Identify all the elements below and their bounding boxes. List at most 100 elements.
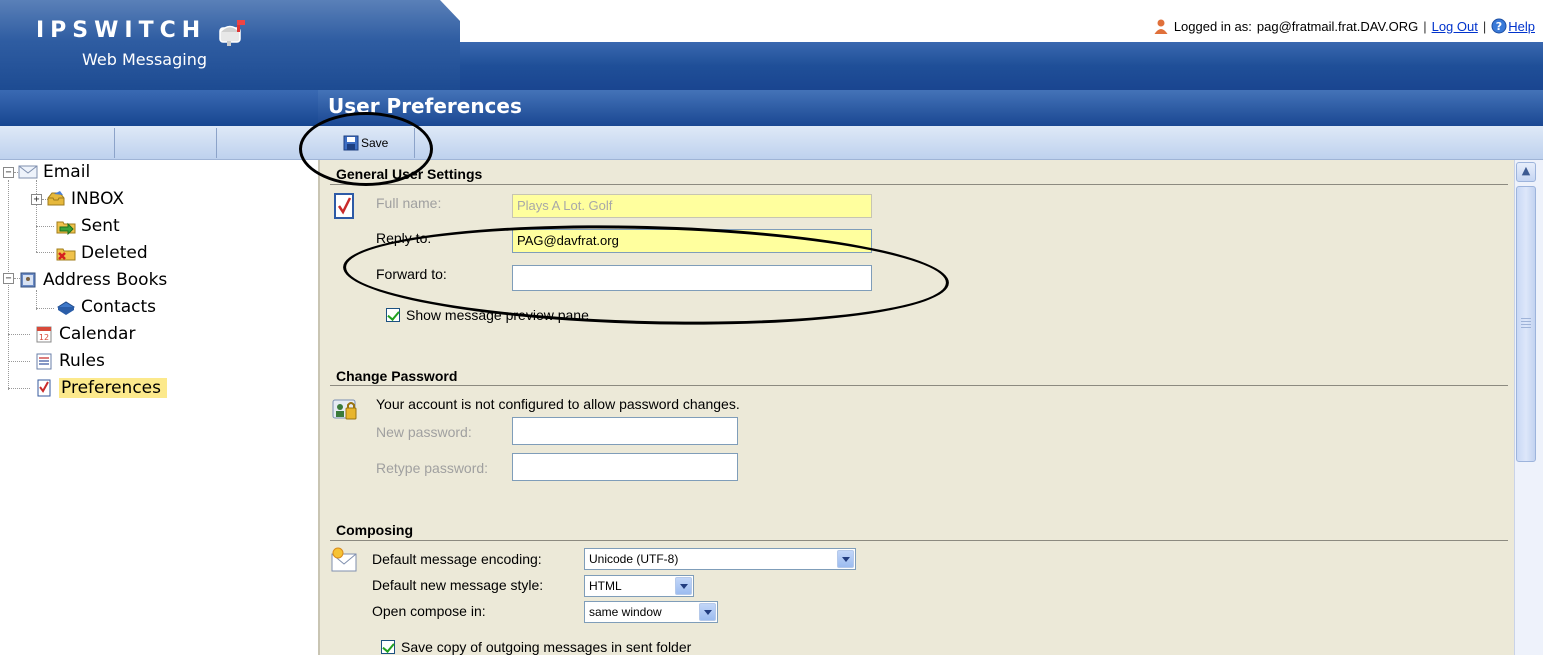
message-style-label: Default new message style: [372,577,544,593]
compose-envelope-icon [331,547,357,572]
chevron-down-icon [837,550,854,568]
tree-label-deleted: Deleted [81,243,148,263]
tree-line [36,226,54,227]
logo-mailbox-icon [219,20,245,46]
composing-heading: Composing [336,522,413,538]
contacts-icon [57,301,75,315]
sent-folder-icon [56,221,76,235]
tree-line [36,252,54,253]
folder-tree: − + − Email INBOX Sent Deleted Address B… [0,160,318,655]
tree-item-preferences[interactable]: Preferences [34,376,167,400]
svg-text:12: 12 [39,333,49,342]
toolbar-divider [216,128,217,158]
tree-label-sent: Sent [81,216,120,236]
reply-to-field[interactable]: PAG@davfrat.org [512,229,872,253]
tree-label-calendar: Calendar [59,324,136,344]
user-bar: Logged in as: pag@fratmail.frat.DAV.ORG … [1153,18,1535,34]
collapse-email-toggle[interactable]: − [3,167,14,178]
full-name-label: Full name: [376,195,442,211]
rules-icon [36,353,52,370]
preferences-checklist-icon [37,379,51,397]
app-logo-subtitle: Web Messaging [82,50,207,69]
general-settings-heading: General User Settings [336,166,483,182]
main-toolbar [318,126,1543,160]
password-notice: Your account is not configured to allow … [376,396,740,412]
separator: | [1482,18,1487,34]
reply-to-label: Reply to: [376,230,432,246]
save-copy-checkbox[interactable] [381,640,395,654]
logged-in-user: pag@fratmail.frat.DAV.ORG [1256,18,1419,34]
tree-item-inbox[interactable]: INBOX [46,187,124,211]
scroll-up-icon[interactable]: ▲ [1516,162,1536,182]
tree-label-contacts: Contacts [81,297,156,317]
logout-link[interactable]: Log Out [1432,19,1478,34]
app-logo: IPSWITCH [36,18,207,43]
tree-item-rules[interactable]: Rules [34,349,105,373]
tree-line [36,180,37,252]
section-divider [330,184,1508,185]
tree-item-email[interactable]: Email [18,160,90,184]
user-icon [1154,19,1168,34]
tree-item-calendar[interactable]: 12 Calendar [34,322,135,346]
message-style-value: HTML [589,579,622,593]
tree-label-email: Email [43,162,91,182]
floppy-disk-icon [343,135,359,151]
encoding-label: Default message encoding: [372,551,542,567]
new-password-label: New password: [376,424,472,440]
preview-pane-label: Show message preview pane [406,307,589,323]
address-book-icon [20,272,36,288]
tree-line [8,334,30,335]
svg-text:?: ? [1496,20,1502,33]
settings-checklist-icon [334,193,354,219]
calendar-icon: 12 [36,326,52,343]
save-button-label: Save [361,136,389,150]
save-copy-label: Save copy of outgoing messages in sent f… [401,639,692,655]
logged-in-label: Logged in as: [1173,18,1252,34]
inbox-tray-icon [47,191,65,206]
tree-label-inbox: INBOX [71,189,125,209]
retype-password-field[interactable] [512,453,738,481]
tree-line [8,361,30,362]
toolbar-divider [114,128,115,158]
envelope-icon [18,165,38,179]
toolbar-divider [414,128,415,158]
help-link[interactable]: Help [1508,19,1535,34]
tree-label-address-books: Address Books [43,270,168,290]
tree-item-sent[interactable]: Sent [56,214,120,238]
page-title: User Preferences [318,90,1543,126]
scrollbar-grip [1521,318,1531,330]
retype-password-label: Retype password: [376,460,489,476]
deleted-folder-icon [56,248,76,261]
save-button[interactable]: Save [339,130,392,156]
sidebar-header [0,90,318,126]
encoding-select[interactable]: Unicode (UTF-8) [584,548,856,570]
password-lock-icon [332,399,357,420]
open-compose-select[interactable]: same window [584,601,718,623]
message-style-select[interactable]: HTML [584,575,694,597]
tree-item-deleted[interactable]: Deleted [56,241,148,265]
forward-to-field[interactable] [512,265,872,291]
encoding-value: Unicode (UTF-8) [589,552,679,566]
tree-item-address-books[interactable]: Address Books [18,268,167,292]
section-divider [330,385,1508,386]
tree-item-contacts[interactable]: Contacts [56,295,156,319]
help-icon[interactable]: ? [1491,18,1507,34]
change-password-heading: Change Password [336,368,458,384]
section-divider [330,540,1508,541]
expand-inbox-toggle[interactable]: + [31,194,42,205]
tree-line [36,308,54,309]
preview-pane-checkbox[interactable] [386,308,400,322]
full-name-field: Plays A Lot. Golf [512,194,872,218]
chevron-down-icon [699,603,716,621]
tree-line [8,180,9,390]
forward-to-label: Forward to: [376,266,447,282]
tree-label-preferences: Preferences [59,378,167,398]
new-password-field[interactable] [512,417,738,445]
collapse-addressbooks-toggle[interactable]: − [3,273,14,284]
separator: | [1423,18,1427,34]
tree-line [8,388,30,389]
tree-label-rules: Rules [59,351,105,371]
open-compose-label: Open compose in: [372,603,486,619]
tree-line [36,290,37,310]
sidebar-toolbar [0,126,318,160]
